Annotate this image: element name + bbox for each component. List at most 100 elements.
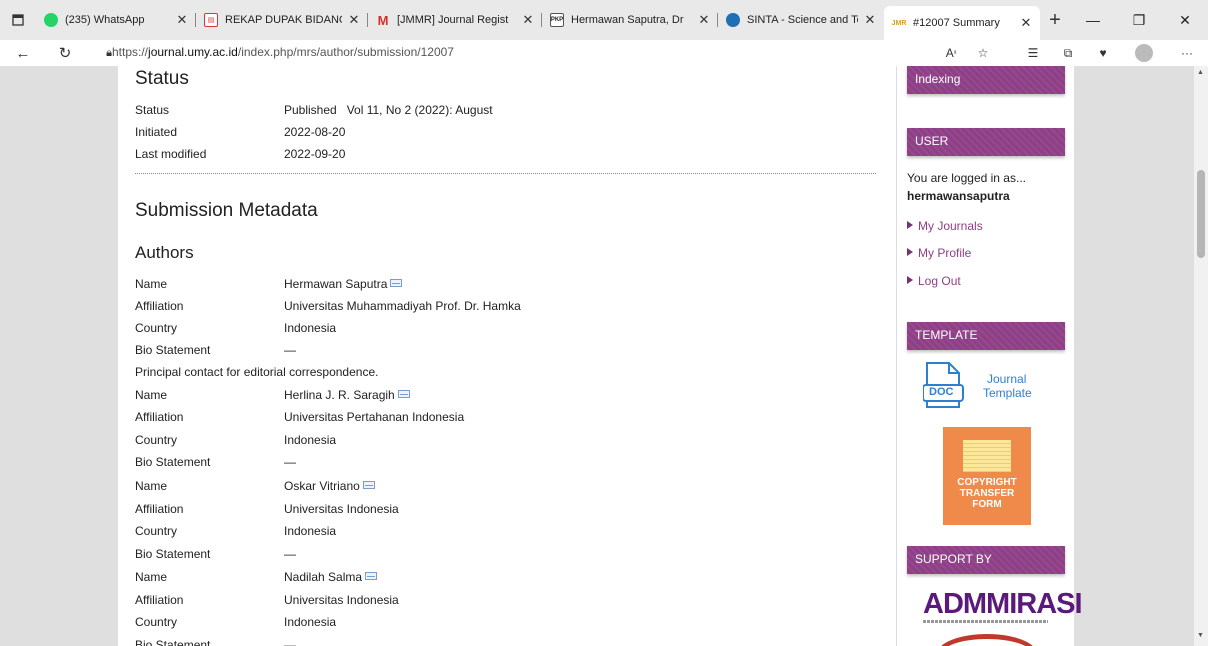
close-icon[interactable]: ✕ (1018, 15, 1034, 31)
favorite-star-icon[interactable]: ☆ (972, 43, 994, 63)
row-label: Country (135, 321, 178, 335)
author-name: Nadilah Salma (284, 570, 363, 584)
admmirasi-logo[interactable]: ADMMIRASI (923, 588, 1083, 621)
row-label: Bio Statement (135, 343, 211, 357)
new-tab-button[interactable]: + (1040, 9, 1070, 32)
last-modified-row: Last modified 2022-09-20 (135, 147, 875, 163)
row-label: Name (135, 570, 168, 584)
scroll-down-icon[interactable]: ▼ (1197, 632, 1204, 639)
section-divider (135, 173, 876, 174)
row-value: — (284, 638, 296, 646)
tab-actions-icon[interactable] (0, 0, 36, 40)
initiated-row: Initiated 2022-08-20 (135, 125, 875, 141)
tab-title: (235) WhatsApp (65, 14, 145, 26)
scroll-up-icon[interactable]: ▲ (1197, 69, 1204, 76)
row-label: Country (135, 615, 178, 629)
user-block-title: USER (907, 128, 1065, 156)
ctf-text: FORM (972, 499, 1002, 510)
row-value: Oskar Vitriano (284, 479, 375, 493)
row-label: Affiliation (135, 593, 184, 607)
row-label: Name (135, 277, 168, 291)
row-value: Universitas Indonesia (284, 593, 399, 607)
row-label: Country (135, 433, 178, 447)
journal-template-link[interactable]: DOC Journal Template (923, 361, 1053, 411)
email-icon[interactable] (365, 572, 378, 580)
author-name-row: Name Herlina J. R. Saragih (135, 388, 875, 404)
profile-avatar[interactable] (1133, 43, 1155, 63)
logged-in-text: You are logged in as... (907, 171, 1026, 185)
link-label: My Profile (918, 246, 972, 260)
tab-rekap-dupak[interactable]: ▤ REKAP DUPAK BIDANG ✕ (196, 5, 368, 35)
row-value: 2022-09-20 (284, 147, 346, 161)
close-icon[interactable]: ✕ (862, 12, 878, 28)
pdf-icon: ▤ (204, 13, 218, 27)
main-content: Status Status Published Vol 11, No 2 (20… (118, 66, 896, 646)
email-icon[interactable] (362, 481, 375, 489)
window-close-icon[interactable]: ✕ (1162, 0, 1208, 40)
back-icon[interactable]: ← (6, 40, 40, 66)
email-icon[interactable] (397, 390, 410, 398)
tab-summary-active[interactable]: JMR #12007 Summary ✕ (884, 6, 1040, 40)
url-host: journal.umy.ac.id (148, 45, 238, 59)
minimize-icon[interactable]: — (1070, 0, 1116, 40)
partner-logo[interactable] (937, 634, 1037, 646)
log-out-link[interactable]: Log Out (907, 274, 961, 288)
close-icon[interactable]: ✕ (174, 12, 190, 28)
gmail-icon: M (377, 12, 389, 28)
close-icon[interactable]: ✕ (520, 12, 536, 28)
row-value: — (284, 343, 296, 357)
sidebar: Indexing USER You are logged in as... he… (896, 66, 1083, 646)
link-label: My Journals (918, 219, 983, 233)
row-label: Name (135, 388, 168, 402)
url-prefix: https:// (112, 45, 149, 59)
row-value: 2022-08-20 (284, 125, 346, 139)
read-aloud-icon[interactable]: Aᵃ (940, 43, 962, 63)
tab-sinta[interactable]: SINTA - Science and Te ✕ (718, 5, 884, 35)
row-label: Bio Statement (135, 547, 211, 561)
vertical-scrollbar[interactable]: ▲ ▼ (1194, 66, 1208, 646)
status-heading: Status (135, 68, 189, 89)
author-name: Oskar Vitriano (284, 479, 360, 493)
document-sheet-icon (963, 440, 1011, 472)
admmirasi-tagline (923, 620, 1048, 623)
username: hermawansaputra (907, 189, 1010, 203)
author-affiliation-row: Affiliation Universitas Indonesia (135, 502, 875, 518)
url-field[interactable]: https://journal.umy.ac.id/index.php/mrs/… (112, 45, 454, 59)
row-label: Bio Statement (135, 638, 211, 646)
row-label: Country (135, 524, 178, 538)
tab-whatsapp[interactable]: (235) WhatsApp ✕ (36, 5, 196, 35)
close-icon[interactable]: ✕ (346, 12, 362, 28)
tab-pkp[interactable]: PKP Hermawan Saputra, Dr ✕ (542, 5, 718, 35)
email-icon[interactable] (390, 279, 403, 287)
row-label: Status (135, 103, 170, 117)
tab-gmail[interactable]: M [JMMR] Journal Regist ✕ (368, 5, 542, 35)
sinta-icon (726, 13, 740, 27)
copyright-transfer-form-link[interactable]: COPYRIGHT TRANSFER FORM (943, 427, 1031, 525)
row-label: Affiliation (135, 502, 184, 516)
tab-title: REKAP DUPAK BIDANG (225, 14, 342, 26)
tab-title: [JMMR] Journal Regist (397, 14, 509, 26)
refresh-icon[interactable]: ↻ (48, 40, 82, 66)
my-profile-link[interactable]: My Profile (907, 246, 971, 260)
restore-icon[interactable]: ❐ (1116, 0, 1162, 40)
author-bio-row: Bio Statement — (135, 638, 875, 646)
collections-icon[interactable]: ⧉ (1057, 43, 1079, 63)
tab-title: #12007 Summary (913, 17, 1000, 29)
tab-title: SINTA - Science and Te (747, 14, 858, 26)
health-icon[interactable]: ♥ (1092, 43, 1114, 63)
submission-metadata-heading: Submission Metadata (135, 200, 318, 221)
row-label: Last modified (135, 147, 207, 161)
author-name-row: Name Oskar Vitriano (135, 479, 875, 495)
my-journals-link[interactable]: My Journals (907, 219, 983, 233)
close-icon[interactable]: ✕ (696, 12, 712, 28)
favorites-list-icon[interactable]: ☰ (1022, 43, 1044, 63)
author-affiliation-row: Affiliation Universitas Indonesia (135, 593, 875, 609)
author-name: Herlina J. R. Saragih (284, 388, 395, 402)
row-value: Universitas Muhammadiyah Prof. Dr. Hamka (284, 299, 521, 313)
indexing-block-title[interactable]: Indexing (907, 66, 1065, 94)
row-value: Universitas Pertahanan Indonesia (284, 410, 465, 424)
scroll-thumb[interactable] (1197, 170, 1205, 258)
author-country-row: Country Indonesia (135, 433, 875, 449)
template-block-title: TEMPLATE (907, 322, 1065, 350)
more-menu-icon[interactable]: ··· (1176, 43, 1198, 63)
